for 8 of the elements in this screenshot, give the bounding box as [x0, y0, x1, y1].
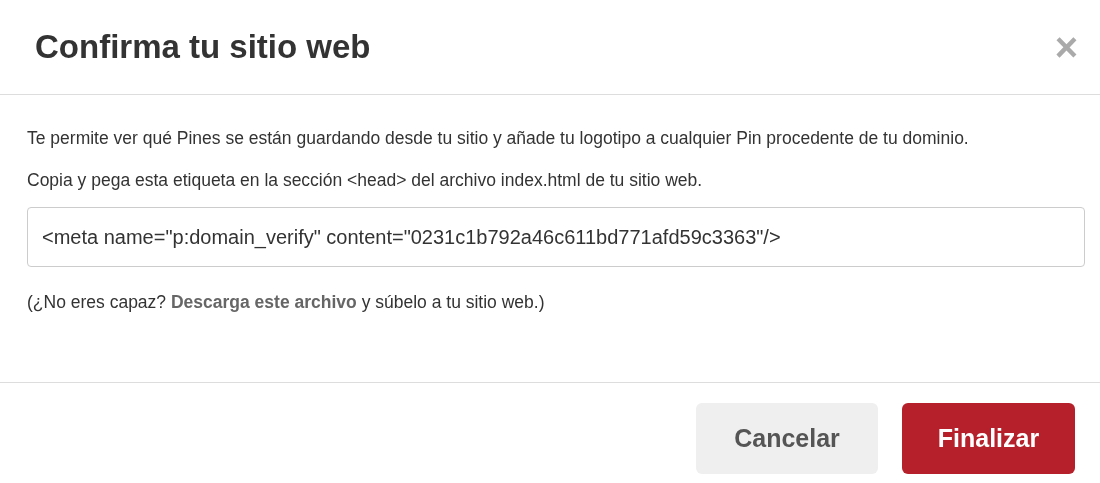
- help-text: (¿No eres capaz? Descarga este archivo y súbelo a tu sitio web.): [27, 291, 546, 314]
- dialog-title: Confirma tu sitio web: [35, 27, 371, 68]
- description-text: Te permite ver qué Pines se están guardando desde tu sitio y añade tu logotipo a cualquier Pin procedente de tu dominio.: [27, 127, 970, 150]
- finish-button[interactable]: Finalizar: [902, 403, 1075, 474]
- meta-tag-field[interactable]: <meta name="p:domain_verify" content="0231c1b792a46c611bd771afd59c3363"/>: [27, 207, 1085, 267]
- instruction-text: Copia y pega esta etiqueta en la sección <head> del archivo index.html de tu sitio web.: [27, 169, 704, 192]
- download-file-link[interactable]: Descarga este archivo: [170, 292, 357, 312]
- cancel-button[interactable]: Cancelar: [696, 403, 878, 474]
